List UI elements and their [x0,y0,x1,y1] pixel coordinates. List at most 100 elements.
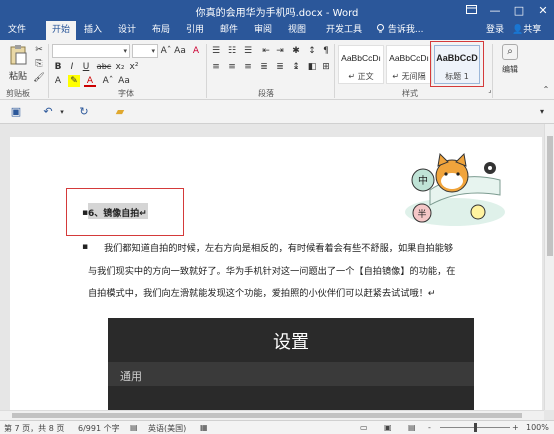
phone-title: 设置 [273,332,309,353]
status-bar: 第 7 页，共 8 页 6/991 个字 ▤ 英语(美国) ▦ ▭ ▣ ▤ - … [0,420,554,434]
styles-dialog-launcher-icon[interactable]: ⌟ [484,84,496,96]
clear-format-icon[interactable]: A [190,45,202,57]
undo-dropdown-icon[interactable]: ▾ [56,106,68,118]
customize-qat-icon[interactable]: ▾ [536,106,548,118]
search-icon: ⌕ [502,44,518,60]
collapse-ribbon-icon[interactable]: ⌃ [540,84,552,96]
bullets-icon[interactable]: ☰ [210,45,222,57]
save-icon[interactable]: ▣ [10,106,22,118]
paragraph-line-3[interactable]: 自拍模式中，我们向左滑就能发现这个功能，爱拍照的小伙伴们可以赶紧去试试哦！↵ [88,285,436,299]
paragraph-line-1[interactable]: 我们都知道自拍的时候，左右方向是相反的，有时候看着会有些不舒服，如果自拍能够 [104,240,453,254]
cut-icon[interactable]: ✂ [33,44,45,56]
vertical-scrollbar[interactable] [544,124,554,410]
web-layout-icon[interactable]: ▤ [408,423,416,432]
change-case-button[interactable]: Aa [174,45,186,57]
print-layout-icon[interactable]: ▣ [384,423,392,432]
grow-font-button[interactable]: Aˆ [160,45,172,57]
style-no-spacing[interactable]: AaBbCcDı ↵ 无间隔 [386,45,432,84]
subscript-button[interactable]: x₂ [114,61,126,73]
chinese-layout-icon[interactable]: ✱ [290,45,302,57]
close-button[interactable]: ✕ [532,0,554,21]
borders-icon[interactable]: ⊞ [320,61,332,73]
tab-mailings[interactable]: 邮件 [216,21,242,40]
title-bar: 你真的会用华为手机吗.docx - Word — □ ✕ [0,0,554,21]
show-marks-icon[interactable]: ¶ [320,45,332,57]
macro-icon[interactable]: ▦ [200,423,208,432]
page-count[interactable]: 第 7 页，共 8 页 [4,423,64,434]
shrink-font-button[interactable]: Aˆ [102,75,114,87]
person-icon: 👤 [512,25,524,35]
font-size-select[interactable]: ▾ [132,44,158,58]
proofing-icon[interactable]: ▤ [130,423,138,432]
numbering-icon[interactable]: ☷ [226,45,238,57]
lightbulb-icon [377,24,384,33]
horizontal-scroll-thumb[interactable] [12,413,522,418]
sort-icon[interactable]: ↕ [306,45,318,57]
style-sample: AaBbCcDı [389,53,429,63]
share-button[interactable]: 👤共享 [512,21,541,40]
italic-button[interactable]: I [66,61,78,73]
paragraph-line-2[interactable]: 与我们现实中的方向一致就好了。华为手机针对这一问题出了一个【自拍镜像】的功能，在 [88,263,456,277]
underline-button[interactable]: U [80,61,92,73]
format-painter-icon[interactable]: 🖌 [33,72,45,84]
text-effects-icon[interactable]: A [52,75,64,87]
phone-section-label: 通用 [120,370,142,383]
multilevel-icon[interactable]: ☰ [242,45,254,57]
justify-icon[interactable]: ≣ [258,61,270,73]
quick-access-toolbar: ▣ ↶ ▾ ↻ ▰ ▾ [0,100,554,124]
superscript-button[interactable]: x² [128,61,140,73]
font-name-select[interactable]: ▾ [52,44,130,58]
increase-indent-icon[interactable]: ⇥ [274,45,286,57]
horizontal-scrollbar[interactable] [0,410,544,420]
share-label: 共享 [523,25,542,35]
tab-references[interactable]: 引用 [182,21,208,40]
tab-insert[interactable]: 插入 [80,21,106,40]
vertical-scroll-thumb[interactable] [547,136,553,256]
font-group-label: 字体 [118,89,134,98]
zoom-level[interactable]: 100% [526,423,549,432]
clipboard-icon [10,45,27,65]
tab-view[interactable]: 视图 [284,21,310,40]
tab-developer[interactable]: 开发工具 [322,21,366,40]
maximize-button[interactable]: □ [508,0,530,21]
word-count[interactable]: 6/991 个字 [78,423,120,434]
shading-icon[interactable]: ◧ [306,61,318,73]
login-link[interactable]: 登录 [486,21,504,40]
align-center-icon[interactable]: ≡ [226,61,238,73]
copy-icon[interactable]: ⎘ [33,58,45,70]
line-spacing-icon[interactable]: ↨ [290,61,302,73]
tab-home[interactable]: 开始 [46,21,76,40]
mascot-label-zhong: 中 [418,174,428,187]
zoom-slider-thumb[interactable] [474,423,477,432]
undo-icon[interactable]: ↶ [42,106,54,118]
redo-icon[interactable]: ↻ [78,106,90,118]
paste-button[interactable]: 粘贴 [5,44,31,82]
decrease-indent-icon[interactable]: ⇤ [260,45,272,57]
style-name: ↵ 正文 [348,72,374,81]
ribbon-display-icon[interactable] [460,0,482,21]
language-indicator[interactable]: 英语(美国) [148,423,186,434]
highlight-icon[interactable]: ✎ [68,75,80,87]
align-left-icon[interactable]: ≡ [210,61,222,73]
zoom-out-button[interactable]: - [428,423,431,432]
align-right-icon[interactable]: ≡ [242,61,254,73]
style-normal[interactable]: AaBbCcDı ↵ 正文 [338,45,384,84]
open-folder-icon[interactable]: ▰ [114,106,126,118]
editing-label: 编辑 [502,65,518,74]
tab-review[interactable]: 审阅 [250,21,276,40]
tell-me-box[interactable]: 告诉我... [376,21,423,40]
case-button[interactable]: Aa [118,75,130,87]
strikethrough-button[interactable]: abc [96,61,112,73]
distribute-icon[interactable]: ≣ [274,61,286,73]
minimize-button[interactable]: — [484,0,506,21]
tab-layout[interactable]: 布局 [148,21,174,40]
read-mode-icon[interactable]: ▭ [360,423,368,432]
font-color-button[interactable]: A [84,75,96,87]
paragraph-bullet: ▪ [82,242,89,252]
editing-button[interactable]: ⌕ 编辑 [498,44,522,82]
tab-design[interactable]: 设计 [114,21,140,40]
style-sample: AaBbCcDı [341,53,381,63]
bold-button[interactable]: B [52,61,64,73]
zoom-in-button[interactable]: + [512,423,519,432]
tab-file[interactable]: 文件 [4,21,30,40]
